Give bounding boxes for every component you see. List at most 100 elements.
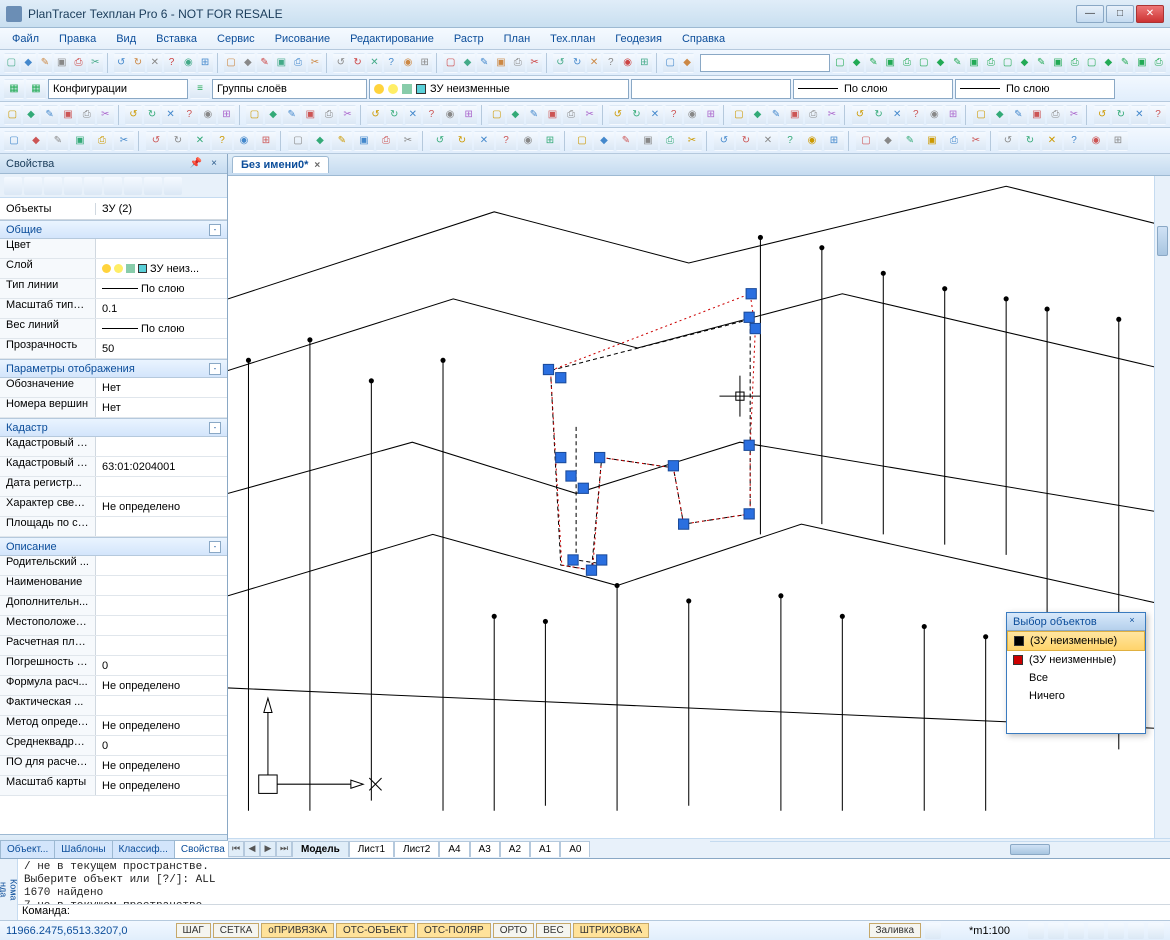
toolbar-button[interactable]: ▣: [354, 131, 374, 151]
sidebar-tab[interactable]: Шаблоны: [54, 840, 112, 858]
toolbar-button[interactable]: ↻: [350, 53, 365, 73]
prop-tool-button[interactable]: [104, 177, 122, 195]
layer-tool-icon[interactable]: ▦: [26, 79, 46, 99]
popup-item[interactable]: (ЗУ неизменные): [1007, 631, 1145, 651]
toolbar-button[interactable]: ✎: [1010, 105, 1027, 125]
toolbar-button[interactable]: ◆: [749, 105, 766, 125]
canvas-hscroll[interactable]: [710, 841, 1170, 857]
menu-Справка[interactable]: Справка: [674, 31, 733, 47]
toolbar-button[interactable]: ✂: [114, 131, 134, 151]
toolbar-button[interactable]: ✕: [367, 53, 382, 73]
toolbar-button[interactable]: ✂: [682, 131, 702, 151]
document-tab-close-icon[interactable]: ×: [314, 160, 320, 171]
empty-combo[interactable]: [631, 79, 791, 99]
prop-row[interactable]: Номера вершинНет: [0, 398, 227, 418]
toolbar-button[interactable]: ⊞: [256, 131, 276, 151]
popup-header[interactable]: Выбор объектов ×: [1007, 613, 1145, 631]
toolbar-button[interactable]: ◆: [240, 53, 255, 73]
prop-row[interactable]: Вес линийПо слою: [0, 319, 227, 339]
toolbar-button[interactable]: ◉: [181, 53, 196, 73]
toolbar-button[interactable]: ✎: [1118, 53, 1133, 73]
panel-pin-icon[interactable]: 📌: [189, 157, 203, 171]
toolbar-button[interactable]: ✕: [162, 105, 179, 125]
toolbar-button[interactable]: ▢: [246, 105, 263, 125]
prop-row[interactable]: Кадастровый н...: [0, 437, 227, 457]
toolbar-button[interactable]: ◆: [849, 53, 864, 73]
toolbar-button[interactable]: ⎙: [900, 53, 915, 73]
toolbar-button[interactable]: ✕: [1042, 131, 1062, 151]
toolbar-button[interactable]: ?: [164, 53, 179, 73]
toolbar-button[interactable]: ✂: [527, 53, 542, 73]
toolbar-button[interactable]: ▣: [60, 105, 77, 125]
toolbar-button[interactable]: ▣: [786, 105, 803, 125]
prop-row[interactable]: Родительский ...: [0, 556, 227, 576]
toolbar-button[interactable]: ⎙: [805, 105, 822, 125]
sidebar-tab[interactable]: Объект...: [0, 840, 55, 858]
tab-nav-last[interactable]: ⏭: [276, 841, 292, 857]
prop-tool-button[interactable]: [24, 177, 42, 195]
popup-close-icon[interactable]: ×: [1125, 615, 1139, 629]
status-toggle[interactable]: ВЕС: [536, 923, 571, 938]
toolbar-button[interactable]: ⊞: [703, 105, 720, 125]
toolbar-button[interactable]: ◆: [878, 131, 898, 151]
toolbar-button[interactable]: ◉: [802, 131, 822, 151]
toolbar-button[interactable]: ✎: [332, 131, 352, 151]
toolbar-button[interactable]: ↺: [114, 53, 129, 73]
close-button[interactable]: ✕: [1136, 5, 1164, 23]
prop-row[interactable]: Фактическая ...: [0, 696, 227, 716]
status-toggle[interactable]: СЕТКА: [213, 923, 260, 938]
tab-nav-first[interactable]: ⏮: [228, 841, 244, 857]
toolbar-button[interactable]: ⊞: [1108, 131, 1128, 151]
command-input[interactable]: Команда:: [18, 904, 1170, 920]
toolbar-button[interactable]: ?: [181, 105, 198, 125]
menu-Сервис[interactable]: Сервис: [209, 31, 263, 47]
prop-row[interactable]: Метод определ...Не определено: [0, 716, 227, 736]
toolbar-button[interactable]: ▢: [488, 105, 505, 125]
toolbar-button[interactable]: ▢: [4, 105, 21, 125]
tab-nav-next[interactable]: ▶: [260, 841, 276, 857]
toolbar-button[interactable]: ▣: [883, 53, 898, 73]
toolbar-button[interactable]: ◉: [1086, 131, 1106, 151]
prop-row[interactable]: Цвет: [0, 239, 227, 259]
toolbar-button[interactable]: ✂: [88, 53, 103, 73]
sidebar-tab[interactable]: Свойства: [174, 840, 232, 858]
toolbar-button[interactable]: ⎙: [1151, 53, 1166, 73]
prop-tool-button[interactable]: [164, 177, 182, 195]
prop-tool-button[interactable]: [4, 177, 22, 195]
drawing-canvas[interactable]: Выбор объектов × (ЗУ неизменные)(ЗУ неиз…: [228, 176, 1170, 838]
toolbar-button[interactable]: ▣: [544, 105, 561, 125]
prop-row[interactable]: Дата регистр...: [0, 477, 227, 497]
panel-close-icon[interactable]: ×: [207, 157, 221, 171]
toolbar-button[interactable]: ◉: [401, 53, 416, 73]
toolbar-button[interactable]: ⊞: [218, 105, 235, 125]
toolbar-button[interactable]: ⊞: [824, 131, 844, 151]
toolbar-button[interactable]: ✎: [900, 131, 920, 151]
toolbar-button[interactable]: ⎙: [660, 131, 680, 151]
toolbar-button[interactable]: ▣: [302, 105, 319, 125]
toolbar-button[interactable]: ▣: [638, 131, 658, 151]
toolbar-button[interactable]: ↺: [1094, 105, 1111, 125]
prop-row[interactable]: Формула расч...Не определено: [0, 676, 227, 696]
toolbar-button[interactable]: ✕: [758, 131, 778, 151]
toolbar-button[interactable]: ⎙: [563, 105, 580, 125]
toolbar-button[interactable]: ▢: [443, 53, 458, 73]
toolbar-button[interactable]: ⊞: [417, 53, 432, 73]
prop-row[interactable]: Масштаб типа ...0.1: [0, 299, 227, 319]
toolbar-button[interactable]: ✎: [616, 131, 636, 151]
toolbar-button[interactable]: ◆: [23, 105, 40, 125]
popup-item[interactable]: (ЗУ неизменные): [1007, 651, 1145, 669]
layout-tab[interactable]: Лист2: [394, 841, 439, 857]
toolbar-button[interactable]: ↻: [1020, 131, 1040, 151]
toolbar-button[interactable]: ◆: [310, 131, 330, 151]
toolbar-button[interactable]: ▢: [663, 53, 678, 73]
toolbar-button[interactable]: ▢: [288, 131, 308, 151]
toolbar-button[interactable]: ⎙: [92, 131, 112, 151]
toolbar-button[interactable]: ✂: [824, 105, 841, 125]
menu-Файл[interactable]: Файл: [4, 31, 47, 47]
toolbar-button[interactable]: ✂: [966, 131, 986, 151]
toolbar-button[interactable]: ◆: [680, 53, 695, 73]
toolbar-button[interactable]: ?: [1150, 105, 1167, 125]
config-combo[interactable]: Конфигурации: [48, 79, 188, 99]
prop-row[interactable]: ОбозначениеНет: [0, 378, 227, 398]
prop-tool-button[interactable]: [84, 177, 102, 195]
